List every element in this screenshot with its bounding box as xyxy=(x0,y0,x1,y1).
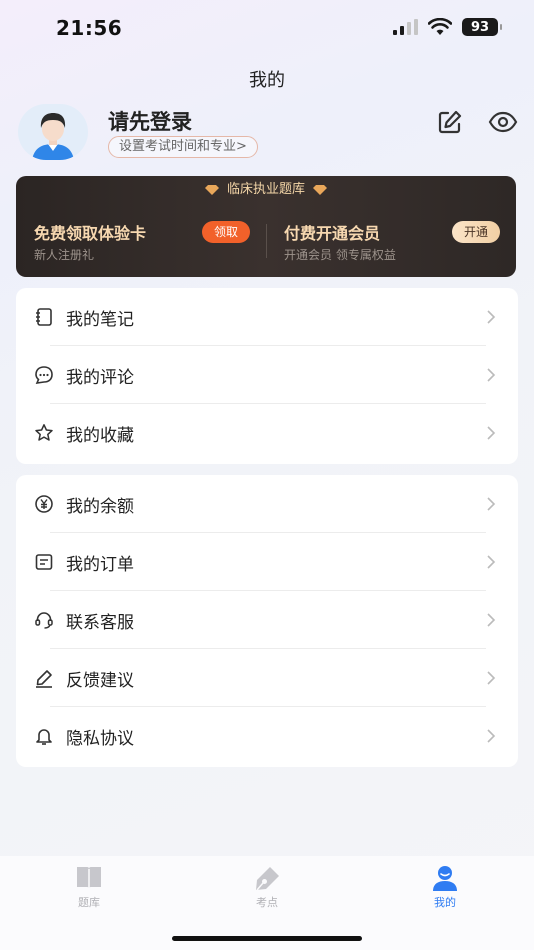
status-icons: 93 xyxy=(392,18,502,36)
tab-label: 我的 xyxy=(434,896,456,909)
menu-item-orders[interactable]: 我的订单 xyxy=(16,533,518,591)
eye-icon[interactable] xyxy=(488,108,518,136)
vip-card: 临床执业题库 免费领取体验卡 新人注册礼 领取 付费开通会员 开通会员 领专属权… xyxy=(16,176,516,277)
menu-item-privacy[interactable]: 隐私协议 xyxy=(16,707,518,765)
profile-section: 请先登录 设置考试时间和专业> xyxy=(16,102,518,164)
menu-item-label: 联系客服 xyxy=(66,613,134,633)
menu-item-balance[interactable]: 我的余额 xyxy=(16,475,518,533)
chevron-right-icon xyxy=(487,671,496,685)
page-title: 我的 xyxy=(249,70,285,91)
status-time: 21:56 xyxy=(56,16,123,40)
chevron-right-icon xyxy=(487,555,496,569)
vip-divider xyxy=(266,224,267,258)
tab-label: 考点 xyxy=(256,896,278,909)
trial-card-title: 免费领取体验卡 xyxy=(34,224,147,243)
pen-icon xyxy=(36,670,52,688)
avatar[interactable] xyxy=(18,104,88,160)
menu-item-favorites[interactable]: 我的收藏 xyxy=(16,404,518,462)
menu-group-account: 我的余额 我的订单 联系客服 反馈建议 隐私协议 xyxy=(16,475,518,767)
login-prompt[interactable]: 请先登录 xyxy=(108,106,192,136)
pen-nib-icon xyxy=(256,867,279,891)
book-icon xyxy=(77,867,101,889)
member-subtitle: 开通会员 领专属权益 xyxy=(284,248,396,262)
edit-icon[interactable] xyxy=(436,108,464,136)
chevron-right-icon xyxy=(487,613,496,627)
yen-coin-icon xyxy=(35,495,53,513)
menu-item-label: 反馈建议 xyxy=(66,671,134,691)
user-icon xyxy=(433,866,457,891)
menu-item-customer-service[interactable]: 联系客服 xyxy=(16,591,518,649)
vip-header-title: 临床执业题库 xyxy=(226,182,305,197)
exam-setting-button[interactable]: 设置考试时间和专业> xyxy=(108,136,258,158)
claim-button[interactable]: 领取 xyxy=(202,221,250,243)
diamond-icon xyxy=(313,184,327,195)
chevron-right-icon xyxy=(487,368,496,382)
menu-item-label: 我的收藏 xyxy=(66,426,134,446)
menu-item-label: 我的笔记 xyxy=(66,310,134,330)
tab-label: 题库 xyxy=(78,896,100,909)
tab-question-bank[interactable]: 题库 xyxy=(49,864,129,910)
chevron-right-icon xyxy=(487,729,496,743)
chevron-right-icon xyxy=(487,426,496,440)
menu-item-label: 我的余额 xyxy=(66,497,134,517)
tab-key-points[interactable]: 考点 xyxy=(227,864,307,910)
wifi-icon xyxy=(428,18,452,35)
menu-group-personal: 我的笔记 我的评论 我的收藏 xyxy=(16,288,518,464)
menu-item-notes[interactable]: 我的笔记 xyxy=(16,288,518,346)
menu-item-comments[interactable]: 我的评论 xyxy=(16,346,518,404)
notebook-icon xyxy=(36,308,52,326)
menu-item-feedback[interactable]: 反馈建议 xyxy=(16,649,518,707)
menu-item-label: 隐私协议 xyxy=(66,729,134,749)
headset-icon xyxy=(35,612,53,629)
menu-item-label: 我的订单 xyxy=(66,555,134,575)
chevron-right-icon xyxy=(487,310,496,324)
trial-card-subtitle: 新人注册礼 xyxy=(34,248,95,262)
battery-indicator: 93 xyxy=(462,18,502,36)
bell-icon xyxy=(36,729,52,745)
member-title: 付费开通会员 xyxy=(284,224,381,243)
order-icon xyxy=(35,554,53,570)
vip-header: 临床执业题库 xyxy=(16,176,516,204)
default-avatar-icon xyxy=(18,104,88,160)
status-bar: 21:56 93 xyxy=(0,0,534,58)
home-indicator xyxy=(172,936,362,941)
diamond-icon xyxy=(204,184,219,195)
star-icon xyxy=(35,424,53,441)
comment-icon xyxy=(35,366,53,384)
chevron-right-icon xyxy=(487,497,496,511)
menu-item-label: 我的评论 xyxy=(66,368,134,388)
open-membership-button[interactable]: 开通 xyxy=(452,221,500,243)
cellular-signal-icon xyxy=(393,19,418,35)
tab-mine[interactable]: 我的 xyxy=(405,864,485,910)
